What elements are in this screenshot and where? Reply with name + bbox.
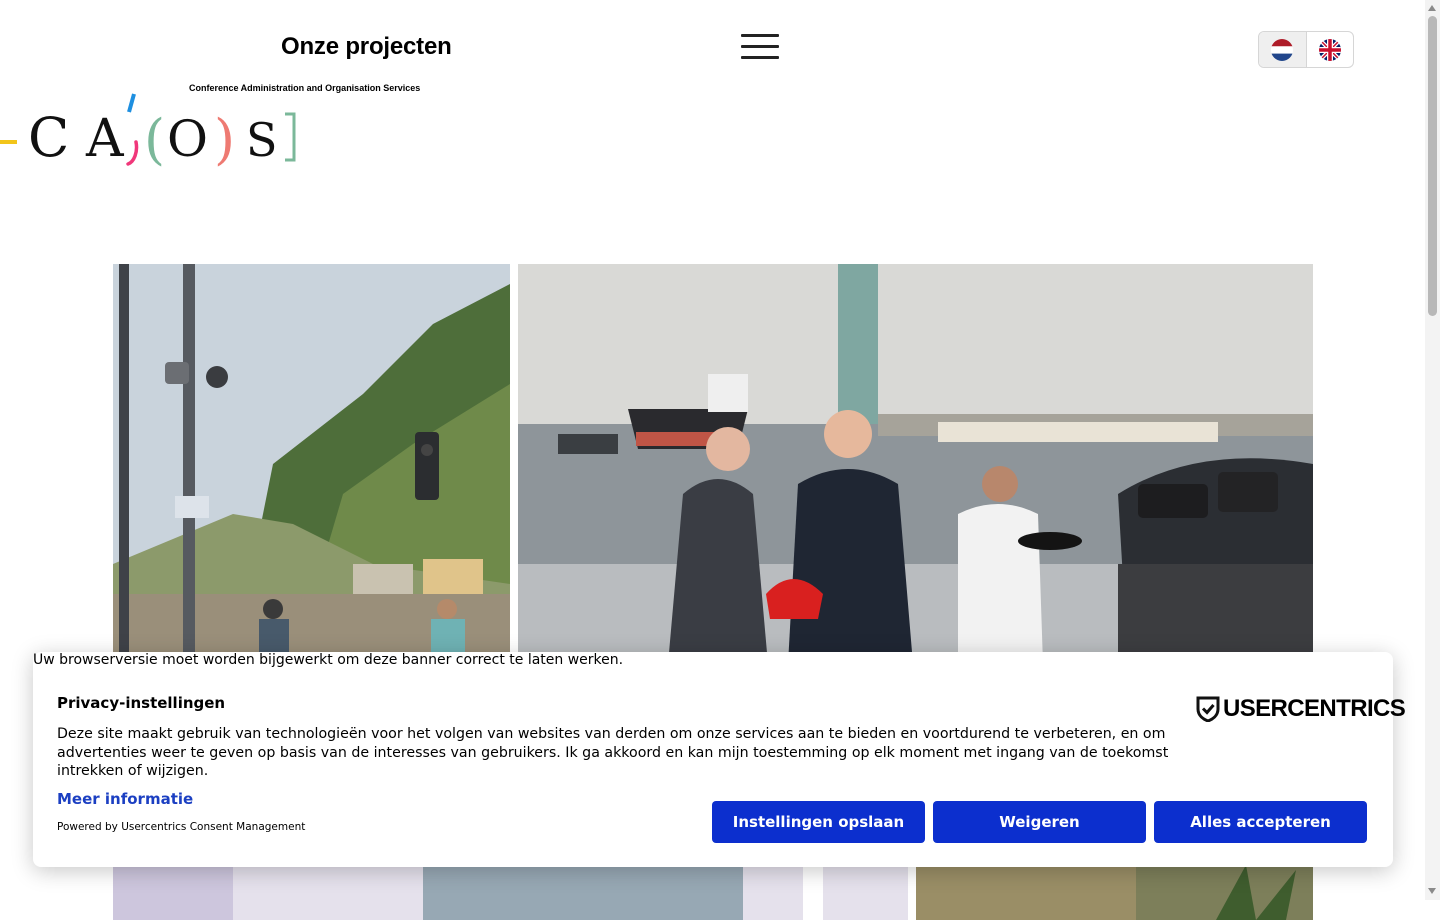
logo-letter-o: O [167,110,208,168]
project-photo-mountain-station[interactable] [113,264,510,664]
page-scrollbar[interactable] [1425,0,1440,900]
menu-bar [741,45,779,48]
scrollbar-thumb[interactable] [1428,16,1437,316]
language-switcher [1258,31,1354,68]
logo-paren-open: ( [144,108,165,168]
hamburger-menu-button[interactable] [741,34,779,62]
save-settings-button[interactable]: Instellingen opslaan [712,801,925,843]
browser-update-warning: Uw browserversie moet worden bijgewerkt … [33,652,624,668]
dutch-flag-icon [1271,38,1294,61]
usercentrics-logo: USERCENTRICS [1196,695,1406,722]
logo-yellow-dash [0,140,17,144]
language-en-button[interactable] [1307,32,1354,67]
project-photo-lobby[interactable] [916,860,1313,920]
photo-image [518,264,1313,664]
photo-image [113,860,908,920]
logo-paren-close: ) [214,108,235,168]
logo-letter-s: S [246,113,278,167]
photo-image [916,860,1313,920]
usercentrics-brand-text: USERCENTRICS [1223,695,1406,722]
menu-bar [741,34,779,37]
menu-bar [741,56,779,59]
shield-check-icon [1196,696,1220,722]
project-photo-conference-hall[interactable] [113,860,908,920]
powered-by-text: Powered by Usercentrics Consent Manageme… [57,821,306,833]
photo-image [113,264,510,664]
language-nl-button[interactable] [1259,32,1307,67]
cookie-consent-banner: Privacy-instellingen Deze site maakt geb… [33,652,1406,867]
consent-title: Privacy-instellingen [57,694,226,712]
page-title: Onze projecten [281,33,452,60]
logo-letter-c: C [28,106,69,168]
logo-blue-accent [127,93,136,113]
project-photo-harbour-ceremony[interactable] [518,264,1313,664]
logo-pink-comma [126,140,139,166]
deny-button[interactable]: Weigeren [933,801,1146,843]
uk-flag-icon [1318,38,1341,61]
caos-logo[interactable]: C A ( O ) S [0,92,300,168]
logo-letter-a: A [85,109,125,168]
accept-all-button[interactable]: Alles accepteren [1154,801,1367,843]
consent-description: Deze site maakt gebruik van technologieë… [57,726,1169,779]
scroll-up-arrow-icon[interactable] [1428,5,1436,11]
logo-bracket [285,112,296,162]
more-info-link[interactable]: Meer informatie [57,790,193,808]
scroll-down-arrow-icon[interactable] [1428,888,1436,894]
